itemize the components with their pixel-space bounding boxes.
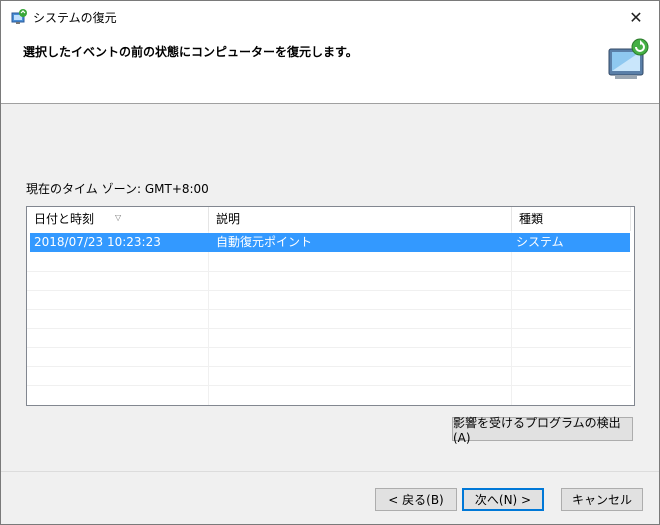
next-button[interactable]: 次へ(N) > <box>462 488 544 511</box>
window-title: システムの復元 <box>33 11 117 25</box>
scan-affected-programs-button[interactable]: 影響を受けるプログラムの検出(A) <box>452 416 633 445</box>
column-header-description[interactable]: 説明 <box>209 207 512 231</box>
header-panel: 選択したイベントの前の状態にコンピューターを復元します。 <box>1 33 659 104</box>
table-row[interactable]: 2018/07/23 10:23:23 自動復元ポイント システム <box>30 233 630 252</box>
column-header-type[interactable]: 種類 <box>512 207 631 231</box>
cancel-button[interactable]: キャンセル <box>561 488 643 511</box>
sort-down-icon: ▽ <box>115 213 122 222</box>
back-button[interactable]: < 戻る(B) <box>375 488 457 511</box>
row-gridline <box>27 309 631 310</box>
cell-type: システム <box>516 235 564 249</box>
row-gridline <box>27 385 631 386</box>
restore-point-list[interactable]: ▽ 日付と時刻 説明 種類 2018/07/23 10:23:23 自動復元ポイ… <box>26 206 635 406</box>
system-restore-graphic-icon <box>608 38 649 79</box>
row-gridline <box>27 271 631 272</box>
list-header: ▽ 日付と時刻 説明 種類 <box>27 207 631 231</box>
row-gridline <box>27 347 631 348</box>
cell-description: 自動復元ポイント <box>216 235 313 249</box>
row-gridline <box>27 290 631 291</box>
column-header-label: 説明 <box>216 212 241 226</box>
title-bar[interactable]: システムの復元 ✕ <box>1 1 659 33</box>
system-restore-icon <box>11 9 27 24</box>
column-header-label: 日付と時刻 <box>34 212 95 226</box>
timezone-label: 現在のタイム ゾーン: GMT+8:00 <box>26 182 209 196</box>
system-restore-window: システムの復元 ✕ 選択したイベントの前の状態にコンピューターを復元します。 現… <box>0 0 660 525</box>
close-icon: ✕ <box>629 7 643 27</box>
column-header-label: 種類 <box>519 212 544 226</box>
column-header-datetime[interactable]: ▽ 日付と時刻 <box>27 207 209 231</box>
row-gridline <box>27 328 631 329</box>
close-button[interactable]: ✕ <box>613 1 659 33</box>
row-gridline <box>27 366 631 367</box>
header-instruction: 選択したイベントの前の状態にコンピューターを復元します。 <box>23 45 358 59</box>
footer-divider <box>1 471 659 472</box>
cell-datetime: 2018/07/23 10:23:23 <box>34 235 161 249</box>
list-scroll-edge <box>631 231 634 404</box>
